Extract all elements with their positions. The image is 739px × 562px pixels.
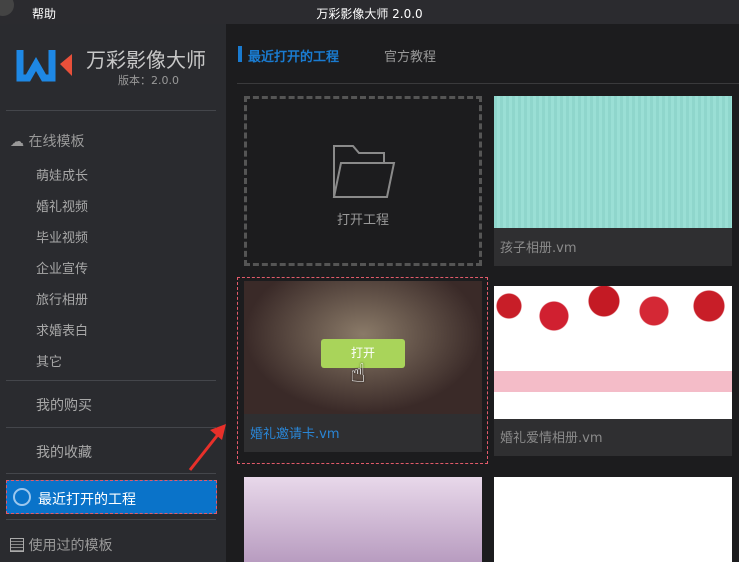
divider <box>6 380 216 381</box>
project-thumbnail <box>494 96 732 228</box>
section-label: 在线模板 <box>28 134 85 150</box>
item-label: 使用过的模板 <box>28 538 113 554</box>
clock-icon <box>13 488 31 506</box>
brand-name: 万彩影像大师 <box>86 48 206 72</box>
project-card[interactable] <box>244 477 482 562</box>
sidebar-item[interactable]: 旅行相册 <box>36 289 88 308</box>
project-card[interactable]: 孩子相册.vm <box>494 96 732 266</box>
project-card[interactable]: 打开 ☝ 婚礼邀请卡.vm <box>244 281 482 452</box>
window-title: 万彩影像大师 2.0.0 <box>316 7 423 21</box>
sidebar-item[interactable]: 婚礼视频 <box>36 196 88 215</box>
sidebar-section-online-templates[interactable]: ☁ 在线模板 <box>10 131 84 151</box>
project-name: 婚礼邀请卡.vm <box>250 427 340 442</box>
active-tab-indicator <box>238 46 242 62</box>
red-arrow-annotation <box>188 424 226 471</box>
sidebar-item-favorites[interactable]: 我的收藏 <box>36 442 92 462</box>
divider <box>237 83 739 84</box>
tab-official-tutorials[interactable]: 官方教程 <box>384 46 436 65</box>
divider <box>6 473 216 474</box>
logo-icon <box>16 50 72 82</box>
sidebar-item-used-templates[interactable]: 使用过的模板 <box>10 535 112 555</box>
title-bar: 帮助 万彩影像大师 2.0.0 <box>0 0 739 24</box>
tab-recent-projects[interactable]: 最近打开的工程 <box>248 46 339 65</box>
sidebar-item[interactable]: 毕业视频 <box>36 227 88 246</box>
project-name: 婚礼爱情相册.vm <box>500 431 603 446</box>
roses-decoration <box>494 286 732 346</box>
item-label: 最近打开的工程 <box>38 492 136 508</box>
project-card[interactable]: 婚礼爱情相册.vm <box>494 286 732 456</box>
sidebar-item[interactable]: 萌娃成长 <box>36 165 88 184</box>
divider <box>6 110 216 111</box>
banner-band <box>494 371 732 392</box>
version: 版本：2.0.0 <box>118 74 179 87</box>
divider <box>6 519 216 520</box>
list-icon <box>10 538 24 552</box>
sidebar-item[interactable]: 求婚表白 <box>36 320 88 339</box>
sidebar-item-purchases[interactable]: 我的购买 <box>36 395 92 415</box>
sidebar-item-recent-projects[interactable]: 最近打开的工程 <box>6 480 217 514</box>
sidebar-item[interactable]: 企业宣传 <box>36 258 88 277</box>
project-card[interactable] <box>494 477 732 562</box>
open-project-button[interactable]: 打开工程 <box>244 96 482 266</box>
open-project-label: 打开工程 <box>336 213 389 228</box>
folder-open-icon <box>332 145 396 198</box>
sidebar-item[interactable]: 其它 <box>36 351 62 370</box>
project-thumbnail <box>494 286 732 419</box>
cloud-icon: ☁ <box>10 134 24 150</box>
project-name: 孩子相册.vm <box>500 241 577 256</box>
hand-cursor-icon: ☝ <box>350 359 366 389</box>
divider <box>6 427 216 428</box>
